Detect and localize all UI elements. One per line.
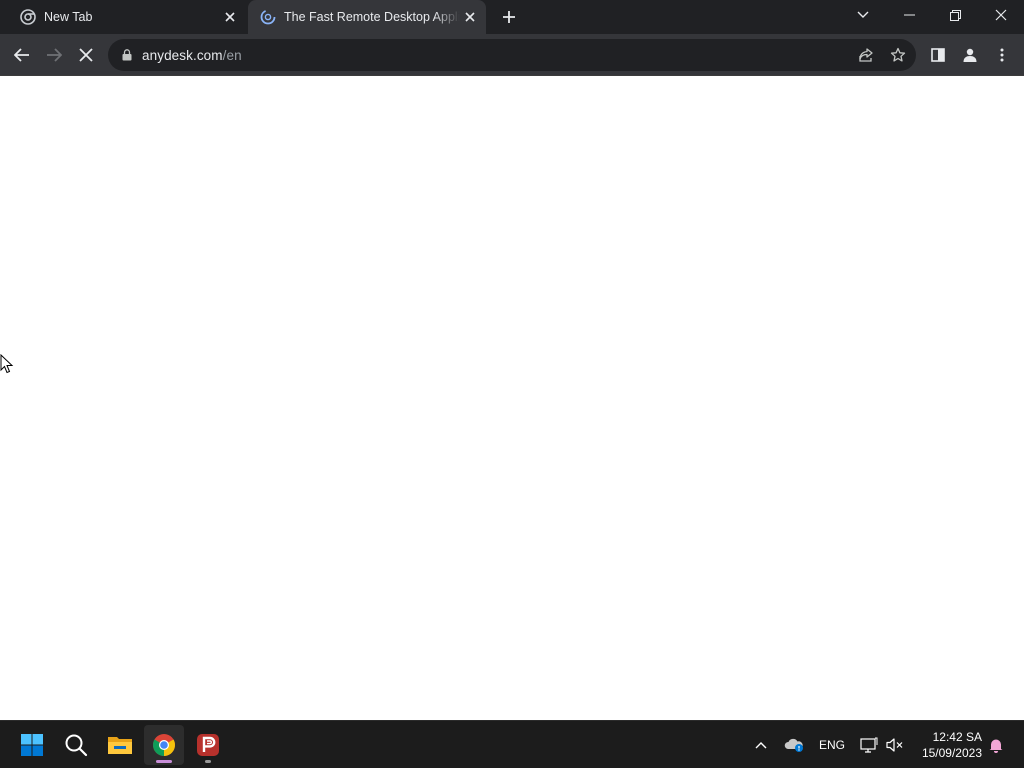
- psiphon-button[interactable]: [188, 725, 228, 765]
- notifications-icon: [989, 739, 1003, 753]
- show-hidden-icons-button[interactable]: [751, 733, 771, 757]
- close-icon: [995, 9, 1007, 21]
- tab-title: The Fast Remote Desktop Application: [284, 10, 460, 24]
- close-window-button[interactable]: [978, 0, 1024, 30]
- close-icon[interactable]: [460, 7, 480, 27]
- active-indicator: [156, 760, 172, 763]
- minimize-icon: [903, 14, 915, 16]
- chevron-up-icon: [755, 742, 767, 749]
- share-icon: [859, 48, 873, 62]
- forward-button[interactable]: [38, 39, 70, 71]
- volume-muted-icon: [886, 738, 903, 752]
- chrome-newtab-icon: [20, 9, 36, 25]
- stop-loading-icon: [79, 48, 93, 62]
- restore-button[interactable]: [932, 0, 978, 30]
- clock-date: 15/09/2023: [921, 746, 982, 760]
- browser-toolbar: anydesk.com/en: [0, 34, 1024, 76]
- share-button[interactable]: [850, 39, 882, 71]
- minimize-button[interactable]: [886, 0, 932, 30]
- side-panel-icon: [931, 48, 945, 62]
- forward-icon: [47, 48, 62, 62]
- start-button[interactable]: [12, 725, 52, 765]
- search-icon: [65, 734, 88, 757]
- bookmark-button[interactable]: [882, 39, 914, 71]
- url-text: anydesk.com/en: [142, 48, 242, 63]
- file-explorer-icon: [108, 737, 132, 754]
- back-icon: [14, 48, 29, 62]
- chrome-icon: [153, 734, 175, 756]
- url-path: /en: [222, 47, 242, 63]
- stop-loading-button[interactable]: [70, 39, 102, 71]
- new-tab-button[interactable]: [497, 5, 521, 29]
- mouse-cursor-icon: [0, 354, 14, 374]
- file-explorer-button[interactable]: [100, 725, 140, 765]
- tab-title: New Tab: [44, 10, 93, 24]
- restore-icon: [949, 9, 961, 21]
- page-viewport[interactable]: [0, 77, 1024, 720]
- side-panel-button[interactable]: [922, 39, 954, 71]
- tab-strip: New Tab The Fast Remote Desktop Applicat…: [0, 0, 1024, 34]
- profile-icon: [963, 48, 977, 62]
- clock-time: 12:42 SA: [932, 730, 982, 744]
- back-button[interactable]: [6, 39, 38, 71]
- address-bar[interactable]: anydesk.com/en: [108, 39, 916, 71]
- taskbar-search-button[interactable]: [56, 725, 96, 765]
- loading-globe-icon: [260, 9, 276, 25]
- chevron-down-icon: [857, 11, 869, 18]
- language-label: ENG: [818, 738, 845, 752]
- psiphon-icon: [197, 734, 219, 756]
- lock-icon[interactable]: [120, 48, 134, 62]
- close-icon[interactable]: [220, 7, 240, 27]
- network-button[interactable]: [858, 733, 880, 757]
- menu-icon: [1000, 48, 1004, 62]
- notifications-button[interactable]: [986, 733, 1006, 757]
- onedrive-button[interactable]: [782, 733, 806, 757]
- chrome-taskbar-button[interactable]: [144, 725, 184, 765]
- tab-search-button[interactable]: [840, 0, 886, 30]
- network-icon: [860, 737, 878, 753]
- system-clock[interactable]: 12:42 SA 15/09/2023: [922, 729, 982, 761]
- onedrive-icon: [784, 738, 803, 752]
- running-indicator: [205, 760, 211, 763]
- profile-button[interactable]: [954, 39, 986, 71]
- tab-anydesk[interactable]: The Fast Remote Desktop Application: [248, 0, 486, 34]
- language-indicator[interactable]: ENG: [814, 733, 850, 757]
- volume-button[interactable]: [884, 733, 906, 757]
- tab-new-tab[interactable]: New Tab: [8, 0, 246, 34]
- windows-start-icon: [21, 734, 43, 756]
- url-host: anydesk.com: [142, 47, 223, 63]
- taskbar: ENG 12:42 SA 15/09/2023: [0, 720, 1024, 768]
- bookmark-star-icon: [890, 47, 906, 62]
- menu-button[interactable]: [986, 39, 1018, 71]
- plus-icon: [503, 11, 515, 23]
